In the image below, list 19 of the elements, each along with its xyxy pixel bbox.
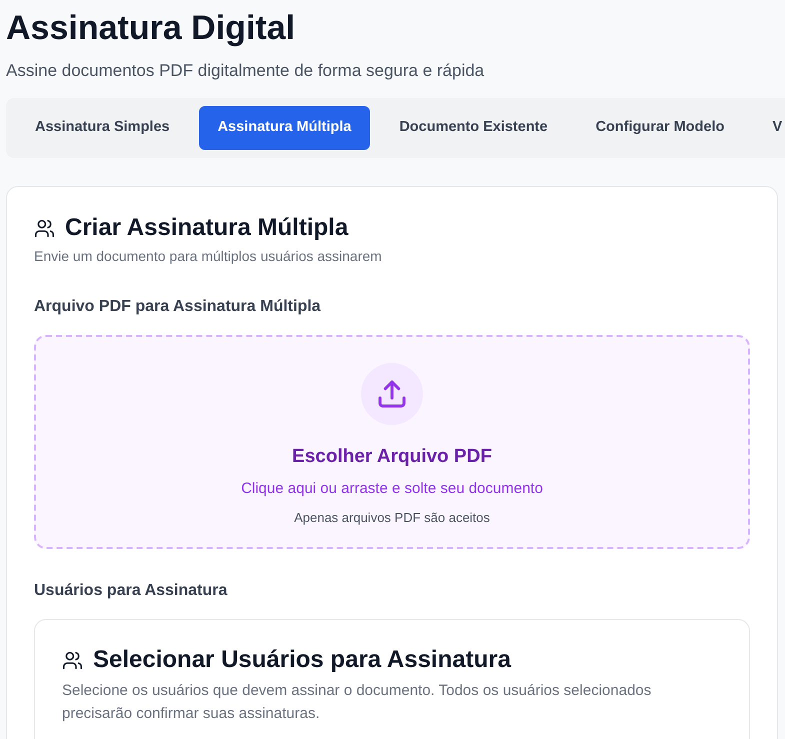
panel-title: Selecionar Usuários para Assinatura [93, 645, 511, 675]
file-dropzone[interactable]: Escolher Arquivo PDF Clique aqui ou arraste e solte seu documento Apenas arquivos PDF são aceitos [34, 335, 750, 549]
panel-description: Selecione os usuários que devem assinar o documento. Todos os usuários selecionados precisarão confirmar suas assinaturas. [62, 681, 652, 724]
tab[interactable]: Configurar Modelo [576, 106, 744, 150]
page-subtitle: Assine documentos PDF digitalmente de forma segura e rápida [6, 60, 484, 82]
tab[interactable]: Assinatura Simples [16, 106, 189, 150]
card-description: Envie um documento para múltiplos usuários assinarem [34, 247, 382, 266]
field-label: Arquivo PDF para Assinatura Múltipla [34, 297, 321, 317]
card-title: Criar Assinatura Múltipla [65, 213, 348, 243]
users-icon [34, 218, 55, 238]
dropzone-note: Apenas arquivos PDF são aceitos [294, 509, 490, 527]
tab[interactable]: Assinatura Múltipla [198, 106, 370, 150]
dropzone-hint: Clique aqui ou arraste e solte seu documento [241, 478, 543, 498]
page-title: Assinatura Digital [6, 8, 296, 48]
users-icon [62, 650, 83, 670]
tab[interactable]: Documento Existente [380, 106, 567, 150]
dropzone-title: Escolher Arquivo PDF [292, 445, 492, 469]
field-label: Usuários para Assinatura [34, 581, 228, 601]
tab[interactable]: V [753, 106, 785, 150]
